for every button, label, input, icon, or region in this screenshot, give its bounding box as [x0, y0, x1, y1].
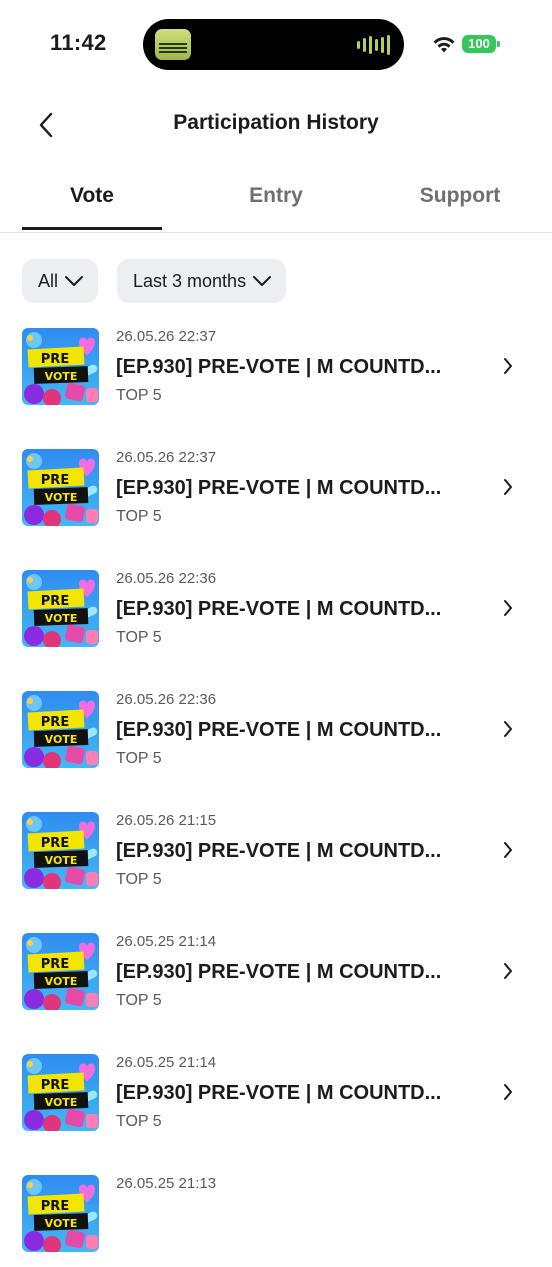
chevron-right-icon	[504, 600, 512, 616]
thumbnail-text-vote: VOTE	[45, 975, 78, 988]
page-title: Participation History	[173, 111, 379, 134]
item-subtitle: TOP 5	[116, 871, 162, 888]
chevron-right-icon	[504, 721, 512, 737]
item-title: [EP.930] PRE-VOTE | M COUNTD...	[116, 477, 442, 499]
chevron-right-icon	[504, 358, 512, 374]
vote-thumbnail: PRE VOTE	[22, 812, 99, 889]
item-subtitle: TOP 5	[116, 629, 162, 646]
list-item[interactable]: PRE VOTE 26.05.26 22:37 [EP.930] PRE-VOT…	[0, 441, 552, 541]
dynamic-island[interactable]	[143, 19, 404, 70]
list-item[interactable]: PRE VOTE 26.05.26 22:37 [EP.930] PRE-VOT…	[0, 320, 552, 420]
vote-thumbnail: PRE VOTE	[22, 328, 99, 405]
thumbnail-text-pre: PRE	[41, 473, 69, 488]
chevron-right-icon	[504, 963, 512, 979]
audio-waveform-icon	[357, 35, 390, 55]
item-title: [EP.930] PRE-VOTE | M COUNTD...	[116, 598, 442, 620]
period-filter-dropdown[interactable]: Last 3 months	[117, 259, 287, 303]
thumbnail-text-pre: PRE	[41, 957, 69, 972]
wifi-icon	[433, 37, 455, 53]
category-filter-dropdown[interactable]: All	[22, 259, 99, 303]
list-item[interactable]: PRE VOTE 26.05.25 21:13	[0, 1167, 552, 1267]
tab-entry[interactable]: Entry	[184, 184, 368, 208]
category-filter-label: All	[38, 270, 59, 291]
thumbnail-text-pre: PRE	[41, 594, 69, 609]
thumbnail-text-vote: VOTE	[45, 491, 78, 504]
vote-thumbnail: PRE VOTE	[22, 1175, 99, 1252]
chevron-down-icon	[64, 275, 84, 287]
thumbnail-text-pre: PRE	[41, 1199, 69, 1214]
list-item[interactable]: PRE VOTE 26.05.25 21:14 [EP.930] PRE-VOT…	[0, 1046, 552, 1146]
thumbnail-text-vote: VOTE	[45, 612, 78, 625]
thumbnail-text-vote: VOTE	[45, 733, 78, 746]
item-date: 26.05.26 21:15	[116, 812, 217, 829]
now-playing-artwork	[155, 29, 191, 60]
thumbnail-text-vote: VOTE	[45, 370, 78, 383]
thumbnail-text-pre: PRE	[41, 352, 69, 367]
vote-thumbnail: PRE VOTE	[22, 691, 99, 768]
chevron-down-icon	[252, 275, 272, 287]
active-tab-indicator	[22, 227, 162, 230]
period-filter-label: Last 3 months	[133, 270, 247, 291]
item-date: 26.05.25 21:14	[116, 933, 217, 950]
item-date: 26.05.26 22:36	[116, 691, 217, 708]
item-date: 26.05.25 21:14	[116, 1054, 217, 1071]
tab-bar: Vote Entry Support	[0, 170, 552, 233]
list-item[interactable]: PRE VOTE 26.05.26 22:36 [EP.930] PRE-VOT…	[0, 683, 552, 783]
thumbnail-text-pre: PRE	[41, 1078, 69, 1093]
chevron-right-icon	[504, 1084, 512, 1100]
list-item[interactable]: PRE VOTE 26.05.26 22:36 [EP.930] PRE-VOT…	[0, 562, 552, 662]
header: Participation History	[0, 95, 552, 155]
thumbnail-text-pre: PRE	[41, 836, 69, 851]
item-date: 26.05.26 22:37	[116, 328, 217, 345]
chevron-right-icon	[504, 479, 512, 495]
item-subtitle: TOP 5	[116, 1113, 162, 1130]
item-subtitle: TOP 5	[116, 992, 162, 1009]
tab-vote[interactable]: Vote	[0, 184, 184, 208]
item-subtitle: TOP 5	[116, 508, 162, 525]
vote-thumbnail: PRE VOTE	[22, 449, 99, 526]
item-subtitle: TOP 5	[116, 750, 162, 767]
item-title: [EP.930] PRE-VOTE | M COUNTD...	[116, 1082, 442, 1104]
vote-thumbnail: PRE VOTE	[22, 1054, 99, 1131]
status-time: 11:42	[50, 30, 107, 55]
list-item[interactable]: PRE VOTE 26.05.26 21:15 [EP.930] PRE-VOT…	[0, 804, 552, 904]
tab-support[interactable]: Support	[368, 184, 552, 208]
battery-tip	[497, 41, 500, 47]
thumbnail-text-pre: PRE	[41, 715, 69, 730]
item-date: 26.05.25 21:13	[116, 1175, 217, 1192]
vote-thumbnail: PRE VOTE	[22, 570, 99, 647]
chevron-right-icon	[504, 842, 512, 858]
battery-indicator: 100	[462, 35, 496, 53]
item-date: 26.05.26 22:36	[116, 570, 217, 587]
vote-thumbnail: PRE VOTE	[22, 933, 99, 1010]
list-item[interactable]: PRE VOTE 26.05.25 21:14 [EP.930] PRE-VOT…	[0, 925, 552, 1025]
thumbnail-text-vote: VOTE	[45, 854, 78, 867]
item-title: [EP.930] PRE-VOTE | M COUNTD...	[116, 719, 442, 741]
item-title: [EP.930] PRE-VOTE | M COUNTD...	[116, 840, 442, 862]
item-subtitle: TOP 5	[116, 387, 162, 404]
thumbnail-text-vote: VOTE	[45, 1217, 78, 1230]
status-bar: 11:42 100	[0, 0, 552, 90]
thumbnail-text-vote: VOTE	[45, 1096, 78, 1109]
item-date: 26.05.26 22:37	[116, 449, 217, 466]
item-title: [EP.930] PRE-VOTE | M COUNTD...	[116, 961, 442, 983]
item-title: [EP.930] PRE-VOTE | M COUNTD...	[116, 356, 442, 378]
